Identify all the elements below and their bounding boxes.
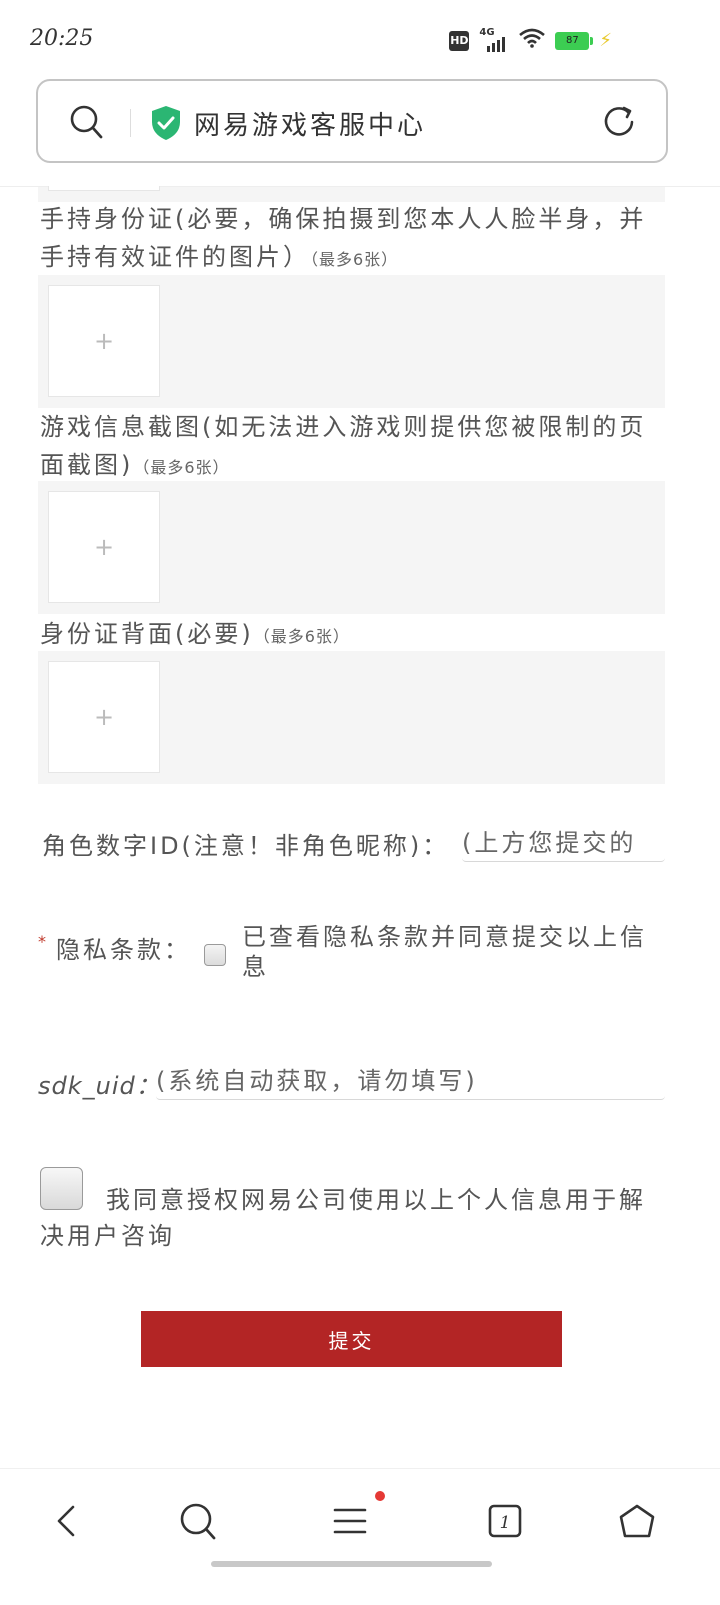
upload-handheld-id-button[interactable]: + xyxy=(48,285,160,397)
page-title: 网易游戏客服中心 xyxy=(194,111,427,141)
battery-icon: 87 xyxy=(555,31,594,50)
reload-icon[interactable] xyxy=(602,103,638,145)
shield-check-icon xyxy=(150,105,182,145)
required-mark: * xyxy=(38,932,46,951)
tabs-icon[interactable]: 1 xyxy=(481,1497,529,1545)
game-screenshot-hint: （最多6张） xyxy=(133,458,230,477)
wifi-icon xyxy=(519,28,546,53)
sdk-uid-label: sdk_uid： xyxy=(38,1072,161,1100)
game-screenshot-label: 游戏信息截图(如无法进入游戏则提供您被限制的页面截图)（最多6张） xyxy=(40,413,647,479)
home-indicator[interactable] xyxy=(211,1561,492,1567)
charging-icon: ⚡ xyxy=(599,30,612,51)
address-bar[interactable]: 网易游戏客服中心 xyxy=(36,79,668,163)
status-bar: 20:25 HD 4G 87 ⚡ xyxy=(0,0,720,78)
privacy-text: 已查看隐私条款并同意提交以上信息 xyxy=(242,923,647,981)
plus-icon: + xyxy=(93,703,115,731)
handheld-id-label: 手持身份证(必要，确保拍摄到您本人人脸半身，并手持有效证件的图片）（最多6张） xyxy=(40,205,647,271)
status-icons: HD 4G 87 ⚡ xyxy=(449,27,612,53)
tab-count: 1 xyxy=(500,1513,511,1533)
upload-area-game-screenshot: + xyxy=(38,481,665,614)
upload-id-back-button[interactable]: + xyxy=(48,661,160,773)
id-back-label: 身份证背面(必要)（最多6张） xyxy=(40,620,350,648)
notification-dot xyxy=(375,1491,385,1501)
address-divider xyxy=(130,109,131,137)
role-id-input[interactable] xyxy=(462,824,665,862)
plus-icon: + xyxy=(93,327,115,355)
role-id-label: 角色数字ID(注意！非角色昵称)： xyxy=(42,832,450,860)
search-icon[interactable] xyxy=(174,1497,222,1545)
privacy-checkbox[interactable] xyxy=(204,944,226,966)
consent-text: 我同意授权网易公司使用以上个人信息用于解决用户咨询 xyxy=(40,1186,646,1250)
sdk-uid-input[interactable] xyxy=(156,1062,665,1100)
submit-button[interactable]: 提交 xyxy=(141,1311,562,1367)
handheld-id-hint: （最多6张） xyxy=(310,250,399,269)
hd-icon: HD xyxy=(449,30,470,51)
plus-icon: + xyxy=(93,533,115,561)
privacy-label: 隐私条款： xyxy=(56,936,191,964)
bottom-nav: 1 xyxy=(0,1468,720,1605)
upload-area-id-back: + xyxy=(38,651,665,784)
upload-game-screenshot-button[interactable]: + xyxy=(48,491,160,603)
upload-area-handheld-id: + xyxy=(38,275,665,408)
search-icon[interactable] xyxy=(68,103,104,145)
upload-tile-previous[interactable] xyxy=(48,186,160,191)
back-icon[interactable] xyxy=(42,1497,90,1545)
menu-icon[interactable] xyxy=(326,1497,374,1545)
status-time: 20:25 xyxy=(30,26,94,51)
id-back-hint: （最多6张） xyxy=(253,627,350,646)
cellular-signal-icon: 4G xyxy=(479,27,509,52)
home-icon[interactable] xyxy=(613,1497,661,1545)
